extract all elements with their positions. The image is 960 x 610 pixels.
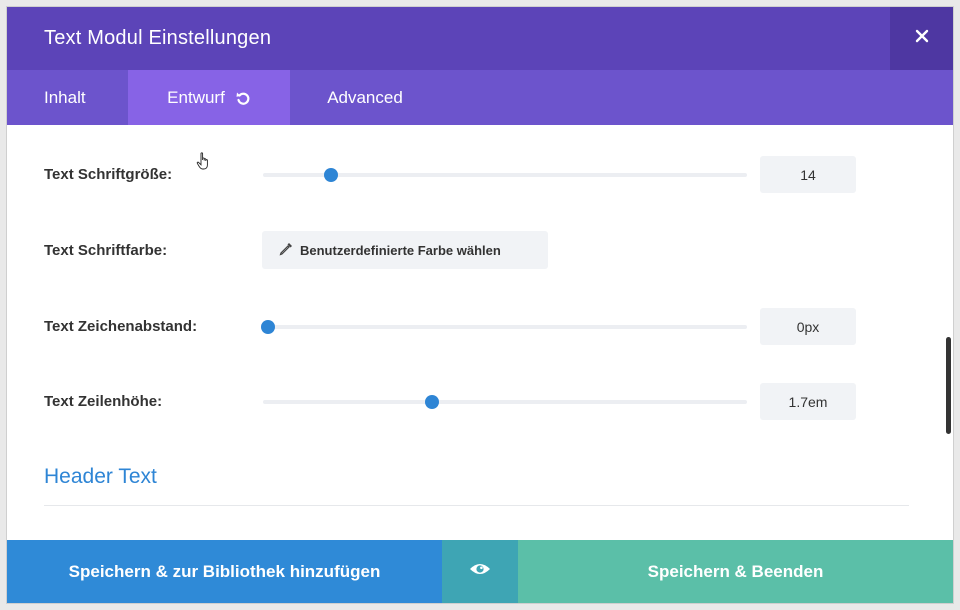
button-label: Speichern & zur Bibliothek hinzufügen (68, 561, 381, 581)
setting-label: Text Zeilenhöhe: (44, 393, 163, 410)
setting-label: Text Schriftgröße: (44, 166, 173, 183)
line-height-slider[interactable] (263, 395, 747, 409)
choose-color-button[interactable]: Benutzerdefinierte Farbe wählen (262, 231, 548, 269)
divider (44, 505, 909, 506)
eyedropper-icon (278, 241, 300, 260)
tab-entwurf[interactable]: Entwurf (128, 70, 290, 125)
line-height-input[interactable]: 1.7em (760, 383, 856, 420)
tab-label: Inhalt (44, 87, 86, 107)
setting-label: Text Schriftfarbe: (44, 242, 168, 259)
undo-icon[interactable] (235, 90, 251, 106)
choose-color-label: Benutzerdefinierte Farbe wählen (300, 242, 501, 258)
button-label: Speichern & Beenden (647, 561, 824, 581)
modal-footer: Speichern & zur Bibliothek hinzufügen Sp… (7, 540, 953, 603)
close-button[interactable] (890, 7, 953, 70)
setting-letter-spacing: Text Zeichenabstand: 0px (7, 307, 953, 347)
setting-font-size: Text Schriftgröße: 14 (7, 155, 953, 195)
tab-inhalt[interactable]: Inhalt (7, 70, 128, 125)
hand-cursor-icon (196, 152, 212, 177)
setting-label: Text Zeichenabstand: (44, 318, 198, 335)
save-and-close-button[interactable]: Speichern & Beenden (518, 540, 953, 603)
letter-spacing-slider[interactable] (260, 320, 747, 334)
setting-font-color: Text Schriftfarbe: Benutzerdefinierte Fa… (7, 231, 953, 271)
section-heading-header-text[interactable]: Header Text (44, 465, 157, 489)
setting-line-height: Text Zeilenhöhe: 1.7em (7, 382, 953, 422)
font-size-slider[interactable] (263, 168, 747, 182)
tab-label: Advanced (327, 87, 403, 107)
settings-content: Text Schriftgröße: 14 Text Schriftfarbe:… (7, 125, 953, 540)
font-size-input[interactable]: 14 (760, 156, 856, 193)
modal-header: Text Modul Einstellungen (7, 7, 953, 70)
preview-button[interactable] (442, 540, 518, 603)
scrollbar-thumb[interactable] (946, 337, 951, 434)
close-icon (915, 29, 929, 48)
letter-spacing-input[interactable]: 0px (760, 308, 856, 345)
slider-handle[interactable] (260, 320, 275, 334)
tab-advanced[interactable]: Advanced (290, 70, 440, 125)
tab-label: Entwurf (167, 87, 225, 107)
eye-icon (469, 561, 491, 582)
save-to-library-button[interactable]: Speichern & zur Bibliothek hinzufügen (7, 540, 442, 603)
modal-title: Text Modul Einstellungen (44, 27, 272, 49)
tab-bar: Inhalt Entwurf Advanced (7, 70, 953, 125)
slider-handle[interactable] (425, 395, 440, 409)
settings-modal: Text Modul Einstellungen Inhalt Entwurf … (7, 7, 953, 603)
slider-handle[interactable] (323, 168, 338, 182)
